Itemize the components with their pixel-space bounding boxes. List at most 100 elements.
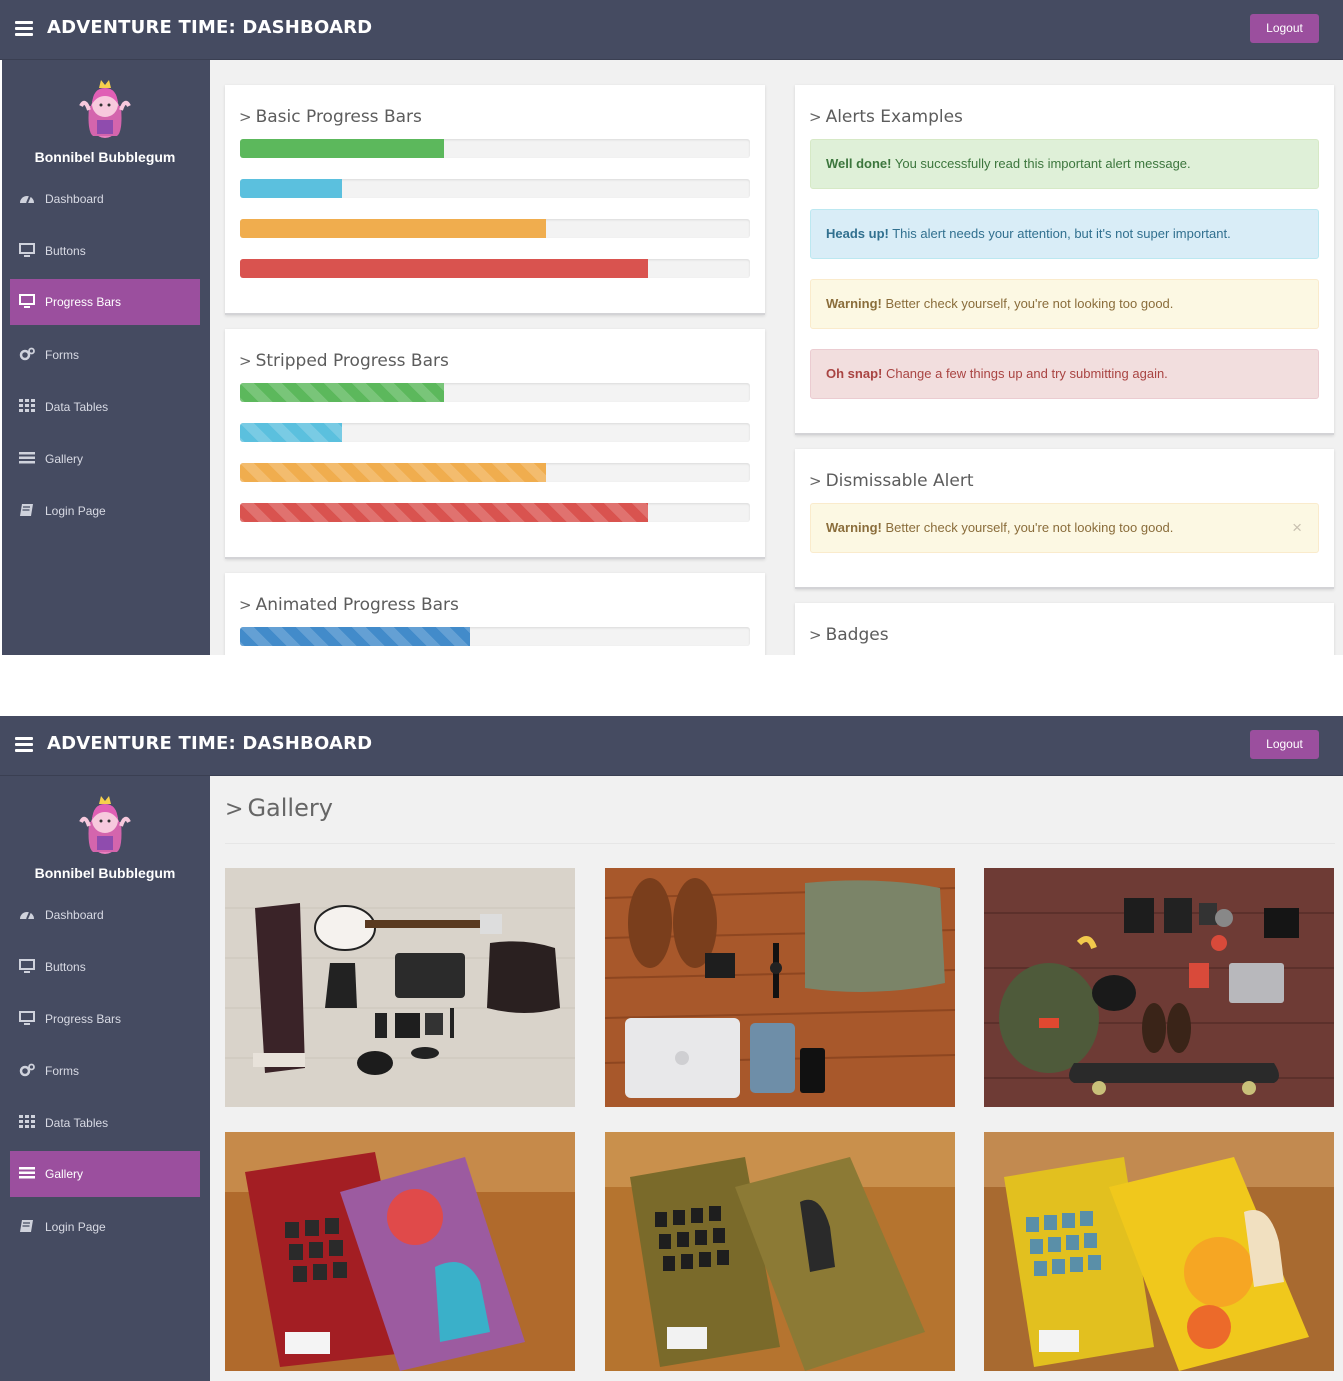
- book-icon: [20, 1220, 33, 1232]
- monitor-icon: [19, 1011, 35, 1025]
- close-icon[interactable]: ×: [1292, 504, 1302, 552]
- list-icon: [19, 1167, 35, 1179]
- gears-icon: [19, 347, 35, 361]
- list-icon: [19, 452, 35, 464]
- sidebar-item-label: Login Page: [45, 1220, 106, 1234]
- sidebar-item-label: Dashboard: [45, 192, 104, 206]
- progress-track-success: [240, 383, 750, 402]
- dismissable-alert: Warning! Better check yourself, you're n…: [810, 503, 1319, 553]
- top-bar: ADVENTURE TIME: DASHBOARD Logout: [0, 716, 1343, 776]
- progress-track-success: [240, 139, 750, 158]
- gallery-photo-marketing-miracles-books[interactable]: [984, 1132, 1334, 1371]
- progress-track-primary: [240, 627, 750, 646]
- sidebar-item-progress-bars[interactable]: Progress Bars: [10, 996, 200, 1042]
- monitor-icon: [19, 294, 35, 308]
- sidebar: Bonnibel Bubblegum Dashboard Buttons Pro…: [0, 60, 210, 655]
- sidebar-item-label: Progress Bars: [45, 1012, 122, 1026]
- chevron-right-icon: >: [239, 352, 252, 370]
- grid-icon: [19, 1115, 35, 1128]
- sidebar: Bonnibel Bubblegum Dashboard Buttons Pro…: [0, 776, 210, 1381]
- sidebar-item-gallery[interactable]: Gallery: [10, 436, 200, 482]
- princess-bubblegum-avatar: [79, 796, 131, 854]
- sidebar-edge: [0, 60, 2, 655]
- sidebar-item-label: Dashboard: [45, 908, 104, 922]
- basic-progress-panel: > Basic Progress Bars: [225, 85, 765, 315]
- panel-title: > Animated Progress Bars: [239, 595, 459, 615]
- striped-progress-panel: > Stripped Progress Bars: [225, 329, 765, 559]
- dismissable-alert-panel: > Dismissable Alert Warning! Better check…: [795, 449, 1334, 589]
- chevron-right-icon: >: [809, 626, 822, 644]
- page-title: > Gallery: [225, 794, 333, 822]
- sidebar-item-label: Buttons: [45, 960, 86, 974]
- gears-icon: [19, 1063, 35, 1077]
- progress-track-info: [240, 423, 750, 442]
- princess-bubblegum-avatar: [79, 80, 131, 138]
- progress-track-warning: [240, 219, 750, 238]
- sidebar-item-forms[interactable]: Forms: [10, 332, 200, 378]
- sidebar-item-forms[interactable]: Forms: [10, 1048, 200, 1094]
- alerts-panel: > Alerts Examples Well done! You successf…: [795, 85, 1334, 435]
- striped-bar-warning: [240, 463, 546, 482]
- sidebar-item-gallery[interactable]: Gallery: [10, 1151, 200, 1197]
- app-title: ADVENTURE TIME: DASHBOARD: [47, 17, 373, 38]
- sidebar-item-login-page[interactable]: Login Page: [10, 1204, 200, 1250]
- sidebar-item-label: Forms: [45, 1064, 79, 1078]
- sidebar-item-dashboard[interactable]: Dashboard: [10, 892, 200, 938]
- sidebar-item-label: Buttons: [45, 244, 86, 258]
- panel-title: > Stripped Progress Bars: [239, 351, 449, 371]
- sidebar-item-buttons[interactable]: Buttons: [10, 228, 200, 274]
- chevron-right-icon: >: [225, 797, 244, 822]
- sidebar-item-label: Login Page: [45, 504, 106, 518]
- chevron-right-icon: >: [239, 108, 252, 126]
- striped-bar-danger: [240, 503, 648, 522]
- divider: [225, 843, 1335, 844]
- hamburger-menu-icon[interactable]: [15, 737, 33, 752]
- gallery-photo-cali-free-books[interactable]: [225, 1132, 575, 1371]
- panel-title: > Basic Progress Bars: [239, 107, 422, 127]
- progress-bar-warning: [240, 219, 546, 238]
- sidebar-item-label: Data Tables: [45, 1116, 109, 1130]
- animated-bar-primary: [240, 627, 470, 646]
- striped-bar-info: [240, 423, 342, 442]
- chevron-right-icon: >: [239, 596, 252, 614]
- gallery-photo-shoes-laptop[interactable]: [605, 868, 955, 1107]
- progress-track-danger: [240, 503, 750, 522]
- sidebar-item-progress-bars[interactable]: Progress Bars: [10, 279, 200, 325]
- monitor-icon: [19, 243, 35, 257]
- alert-danger: Oh snap! Change a few things up and try …: [810, 349, 1319, 399]
- sidebar-item-label: Data Tables: [45, 400, 109, 414]
- badges-panel: > Badges: [795, 603, 1334, 655]
- grid-icon: [19, 399, 35, 412]
- gallery-photo-out-front-books[interactable]: [605, 1132, 955, 1371]
- alert-success: Well done! You successfully read this im…: [810, 139, 1319, 189]
- sidebar-item-label: Gallery: [45, 452, 84, 466]
- sidebar-item-dashboard[interactable]: Dashboard: [10, 176, 200, 222]
- sidebar-item-login-page[interactable]: Login Page: [10, 488, 200, 534]
- gallery-photo-guitar-flatlay[interactable]: [225, 868, 575, 1107]
- striped-bar-success: [240, 383, 444, 402]
- sidebar-item-buttons[interactable]: Buttons: [10, 944, 200, 990]
- app-title: ADVENTURE TIME: DASHBOARD: [47, 733, 373, 754]
- dashboard-icon: [20, 195, 34, 204]
- alert-info: Heads up! This alert needs your attentio…: [810, 209, 1319, 259]
- logout-button[interactable]: Logout: [1250, 14, 1319, 43]
- chevron-right-icon: >: [809, 472, 822, 490]
- gallery-photo-skateboard[interactable]: [984, 868, 1334, 1107]
- sidebar-item-label: Progress Bars: [45, 295, 122, 309]
- progress-bar-danger: [240, 259, 648, 278]
- progress-track-warning: [240, 463, 750, 482]
- hamburger-menu-icon[interactable]: [15, 21, 33, 36]
- panel-title: > Alerts Examples: [809, 107, 963, 127]
- panel-title: > Badges: [809, 625, 889, 645]
- book-icon: [20, 504, 33, 516]
- progress-track-info: [240, 179, 750, 198]
- sidebar-item-data-tables[interactable]: Data Tables: [10, 1100, 200, 1146]
- sidebar-item-data-tables[interactable]: Data Tables: [10, 384, 200, 430]
- monitor-icon: [19, 959, 35, 973]
- gallery-screen: ADVENTURE TIME: DASHBOARD Logout Bonnibe…: [0, 716, 1343, 1381]
- logout-button[interactable]: Logout: [1250, 730, 1319, 759]
- progress-bars-screen: ADVENTURE TIME: DASHBOARD Logout Bonnibe…: [0, 0, 1343, 655]
- chevron-right-icon: >: [809, 108, 822, 126]
- animated-progress-panel: > Animated Progress Bars: [225, 573, 765, 655]
- alert-warning: Warning! Better check yourself, you're n…: [810, 279, 1319, 329]
